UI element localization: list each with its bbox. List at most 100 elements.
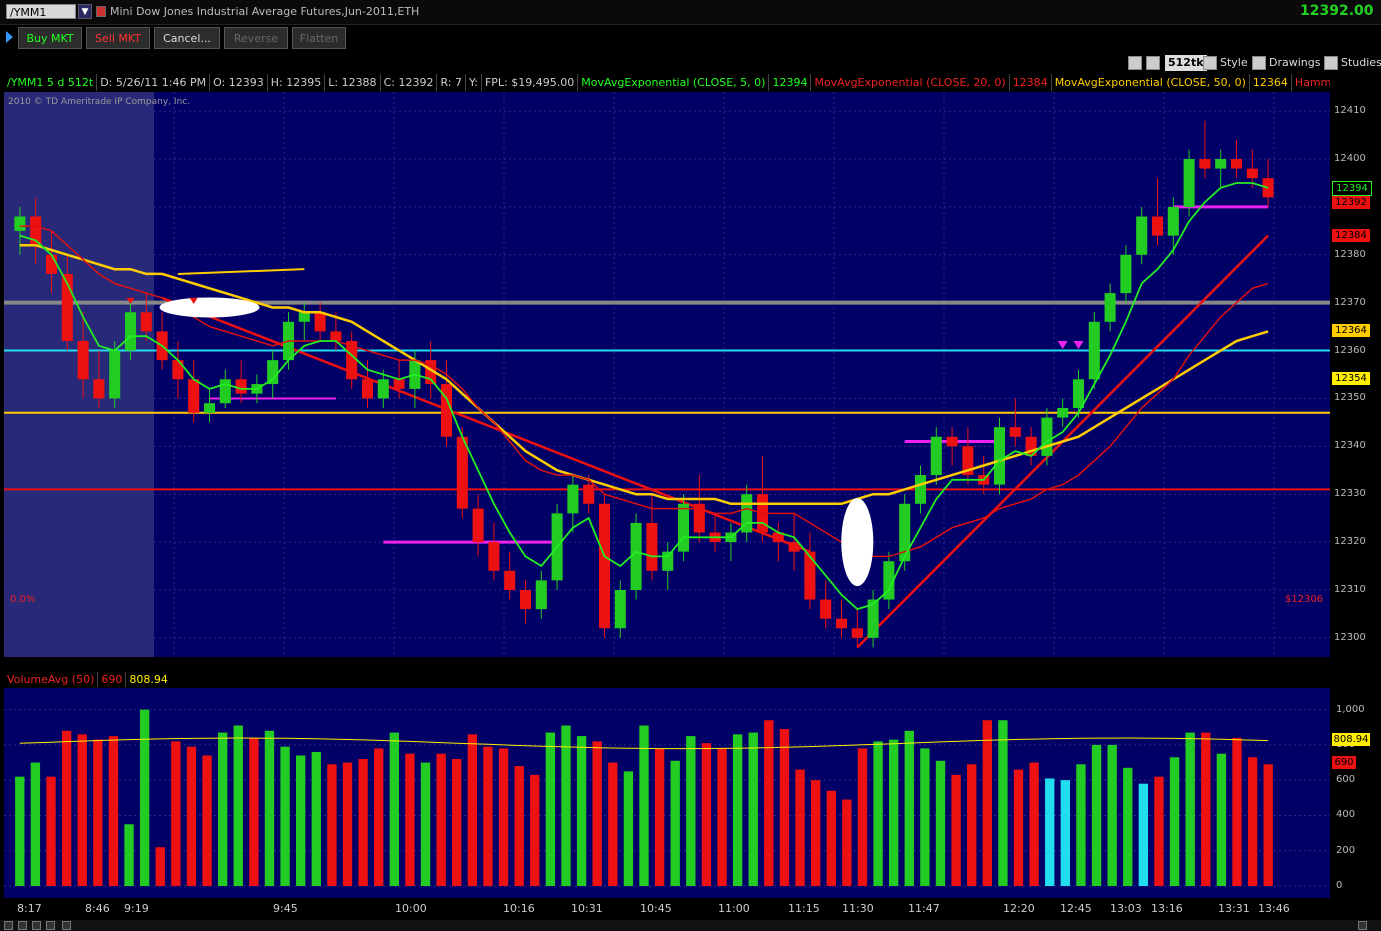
volume-bar — [1107, 744, 1117, 886]
studies-icon[interactable] — [1324, 56, 1338, 70]
volume-bar — [795, 769, 805, 886]
volume-bar — [1216, 753, 1227, 886]
aggregation-selector[interactable]: 512tk — [1165, 55, 1207, 71]
time-label: 11:00 — [718, 902, 750, 915]
candle-body — [14, 216, 26, 231]
price-tick: 12300 — [1334, 631, 1366, 643]
volume-bar — [670, 760, 680, 886]
volume-bar — [888, 739, 899, 886]
price-tick: 12310 — [1334, 583, 1366, 595]
candle-body — [662, 551, 674, 571]
volume-bar — [857, 748, 868, 886]
zoom-out-icon[interactable] — [32, 921, 41, 930]
copyright-text: 2010 © TD Ameritrade IP Company, Inc. — [8, 97, 191, 107]
price-tick: 12380 — [1334, 248, 1366, 260]
volume-bar — [483, 746, 493, 886]
drawings-menu[interactable]: Drawings — [1269, 55, 1320, 71]
volume-tick: 400 — [1336, 809, 1356, 821]
symbol-input[interactable]: /YMM1 — [6, 4, 76, 19]
low-value: L: 12388 — [325, 74, 381, 91]
reverse-button[interactable]: Reverse — [224, 27, 288, 49]
chevron-down-icon[interactable]: ▼ — [78, 4, 92, 19]
candle-body — [1041, 417, 1053, 456]
time-label: 8:46 — [85, 902, 110, 915]
candle-body — [1230, 159, 1243, 169]
volume-bar — [124, 824, 134, 886]
volume-bar — [358, 759, 368, 886]
volume-bar — [810, 780, 821, 886]
price-tag: 12384 — [1332, 228, 1370, 242]
collapse-arrow-icon[interactable] — [6, 31, 13, 43]
style-menu[interactable]: Style — [1220, 55, 1248, 71]
candle-body — [1136, 216, 1148, 255]
volume-bar — [249, 737, 259, 886]
candle-body — [330, 331, 342, 341]
candle-body — [188, 379, 200, 413]
candle-body — [314, 312, 326, 332]
candle-body — [804, 551, 816, 600]
price-chart[interactable] — [4, 92, 1330, 657]
volume-bar — [15, 776, 25, 886]
candle-body — [630, 522, 642, 590]
volume-bar — [608, 762, 618, 886]
flag-icon[interactable] — [96, 6, 106, 17]
settings-icon[interactable] — [4, 921, 13, 930]
price-tag: 12394 — [1332, 180, 1372, 196]
volume-bar — [30, 762, 41, 886]
volume-bar — [982, 720, 992, 886]
trend-line — [161, 296, 811, 553]
high-value: H: 12395 — [268, 74, 326, 91]
volume-bar — [779, 729, 790, 886]
zoom-icon[interactable] — [1128, 56, 1142, 70]
price-tick: 12330 — [1334, 488, 1366, 500]
price-tick: 12400 — [1334, 153, 1366, 165]
volume-bar — [171, 741, 181, 886]
volume-bar — [420, 762, 431, 886]
volume-bar — [233, 725, 243, 886]
scroll-left-icon[interactable] — [62, 921, 71, 930]
volume-chart[interactable] — [4, 688, 1330, 898]
cancel-button[interactable]: Cancel... — [154, 27, 220, 49]
candle-body — [519, 589, 532, 610]
volume-bar — [405, 753, 415, 886]
candle-body — [440, 384, 453, 437]
volume-bar — [77, 734, 87, 886]
candle-body — [109, 350, 121, 399]
down-arrow-icon — [1057, 340, 1068, 349]
volume-value-tag: 690 — [1332, 756, 1356, 769]
price-axis: 1241012400123901238012370123601235012340… — [1330, 92, 1381, 657]
ema50-label: MovAvgExponential (CLOSE, 50, 0) — [1052, 74, 1250, 91]
flatten-button[interactable]: Flatten — [292, 27, 346, 49]
volume-bar — [296, 755, 306, 886]
buy-market-button[interactable]: Buy MKT — [18, 27, 82, 49]
candle-body — [1104, 293, 1116, 322]
volume-bar — [842, 799, 852, 886]
time-label: 13:46 — [1258, 902, 1290, 915]
magnifier-icon[interactable] — [1146, 56, 1160, 70]
sell-market-button[interactable]: Sell MKT — [86, 27, 150, 49]
volume-bar — [280, 746, 290, 886]
studies-menu[interactable]: Studies — [1341, 55, 1381, 71]
volume-bar — [155, 847, 165, 886]
candle-body — [472, 508, 484, 543]
pan-icon[interactable] — [46, 921, 55, 930]
pencil-icon[interactable] — [1252, 56, 1266, 70]
style-icon[interactable] — [1203, 56, 1217, 70]
candle-body — [1120, 254, 1132, 294]
scroll-right-icon[interactable] — [1358, 921, 1367, 930]
volume-value: 690 — [98, 672, 127, 687]
volume-bar — [311, 751, 321, 886]
ema50-value: 12364 — [1250, 74, 1292, 91]
dollar-label: $12306 — [1285, 594, 1324, 605]
volume-bar — [654, 748, 665, 886]
time-label: 10:00 — [395, 902, 427, 915]
price-tick: 12360 — [1334, 344, 1366, 356]
volume-average-tag: 808.94 — [1332, 733, 1370, 746]
zoom-in-icon[interactable] — [18, 921, 27, 930]
candle-body — [930, 436, 942, 476]
volume-bar — [1123, 767, 1133, 886]
volume-bar — [1201, 732, 1211, 886]
volume-bar — [686, 736, 696, 886]
time-label: 9:19 — [124, 902, 149, 915]
time-label: 10:16 — [503, 902, 535, 915]
